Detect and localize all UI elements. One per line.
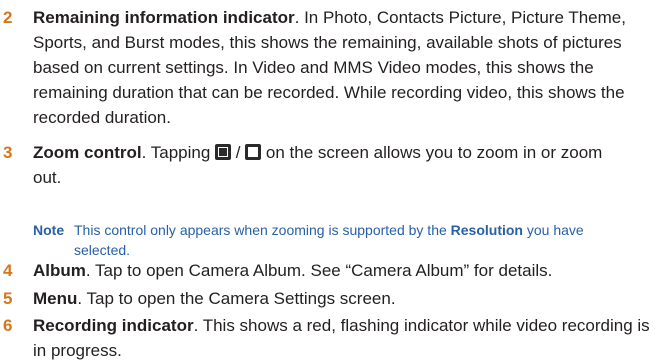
item-description: Album. Tap to open Camera Album. See “Ca…: [33, 258, 657, 283]
item-term: Zoom control: [33, 143, 142, 162]
item-number: 2: [3, 8, 13, 27]
item-term: Menu: [33, 289, 78, 308]
item-number: 3: [3, 143, 13, 162]
item-text: . Tap to open the Camera Settings screen…: [77, 289, 396, 308]
item-description: Remaining information indicator. In Phot…: [33, 5, 657, 130]
zoom-in-icon: [215, 144, 232, 160]
item-term: Recording indicator: [33, 316, 194, 335]
item-text: . Tap to open Camera Album. See “Camera …: [85, 261, 553, 280]
zoom-out-icon: [245, 144, 262, 160]
note-text: This control only appears when zooming i…: [74, 220, 594, 260]
item-description: Recording indicator. This shows a red, f…: [33, 313, 657, 363]
note-text-start: This control only appears when zooming i…: [74, 222, 451, 238]
note-label: Note: [33, 222, 65, 238]
manual-page: 2 Remaining information indicator. In Ph…: [0, 0, 659, 360]
item-number: 5: [3, 289, 13, 308]
item-term: Remaining information indicator: [33, 8, 295, 27]
item-description: Zoom control. Tapping / on the screen al…: [33, 140, 633, 190]
icon-separator: /: [231, 143, 246, 162]
note-term: Resolution: [450, 222, 523, 238]
item-term: Album: [33, 261, 86, 280]
item-number: 4: [3, 261, 13, 280]
item-description: Menu. Tap to open the Camera Settings sc…: [33, 286, 657, 311]
item-text: . Tapping: [141, 143, 216, 162]
item-number: 6: [3, 316, 13, 335]
